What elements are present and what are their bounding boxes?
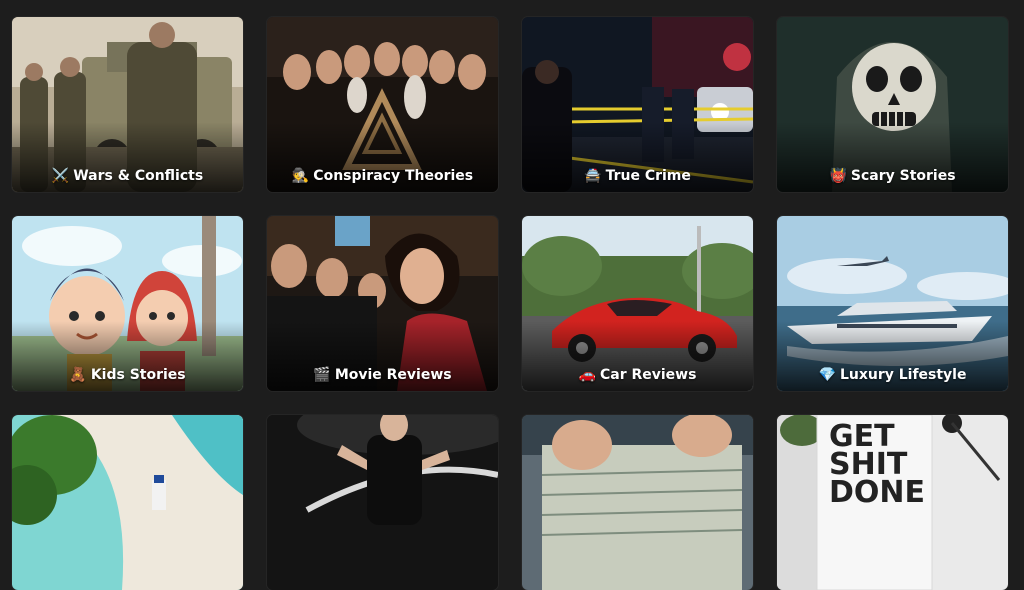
category-card-scary[interactable]: 👹 Scary Stories xyxy=(777,17,1008,192)
police-car-icon: 🚔 xyxy=(584,168,602,184)
category-card-beach[interactable] xyxy=(12,415,243,590)
category-label: 🚗 Car Reviews xyxy=(578,367,697,383)
ogre-icon: 👹 xyxy=(829,168,847,184)
category-card-motivation[interactable]: GET SHIT DONE xyxy=(777,415,1008,590)
speaker-thumbnail xyxy=(267,415,498,590)
category-label: ⚔️ Wars & Conflicts xyxy=(51,168,204,184)
category-card-movies[interactable]: 🎬 Movie Reviews xyxy=(267,216,498,391)
clapper-board-icon: 🎬 xyxy=(313,367,331,383)
money-thumbnail xyxy=(522,415,753,590)
category-card-speaker[interactable] xyxy=(267,415,498,590)
detective-icon: 🕵️ xyxy=(291,168,310,184)
poster-text: GET SHIT DONE xyxy=(829,419,926,510)
category-label xyxy=(522,566,753,582)
category-card-cars[interactable]: 🚗 Car Reviews xyxy=(522,216,753,391)
category-label xyxy=(12,566,243,582)
teddy-bear-icon: 🧸 xyxy=(69,367,87,383)
category-label xyxy=(777,566,1008,582)
category-card-wars[interactable]: ⚔️ Wars & Conflicts xyxy=(12,17,243,192)
category-grid: ⚔️ Wars & Conflicts 🕵️ Conspiracy Theori… xyxy=(12,17,1008,590)
category-label xyxy=(267,566,498,582)
category-label: 🚔 True Crime xyxy=(584,168,691,184)
category-label: 🎬 Movie Reviews xyxy=(313,367,452,383)
gem-icon: 💎 xyxy=(818,367,836,383)
beach-thumbnail xyxy=(12,415,243,590)
category-card-true-crime[interactable]: 🚔 True Crime xyxy=(522,17,753,192)
crossed-swords-icon: ⚔️ xyxy=(51,168,70,184)
category-card-conspiracy[interactable]: 🕵️ Conspiracy Theories xyxy=(267,17,498,192)
category-label: 🧸 Kids Stories xyxy=(69,367,186,383)
category-label: 🕵️ Conspiracy Theories xyxy=(291,168,474,184)
category-label: 💎 Luxury Lifestyle xyxy=(818,367,967,383)
car-icon: 🚗 xyxy=(578,367,596,383)
category-card-luxury[interactable]: 💎 Luxury Lifestyle xyxy=(777,216,1008,391)
category-label: 👹 Scary Stories xyxy=(829,168,956,184)
category-card-money[interactable] xyxy=(522,415,753,590)
category-card-kids[interactable]: 🧸 Kids Stories xyxy=(12,216,243,391)
